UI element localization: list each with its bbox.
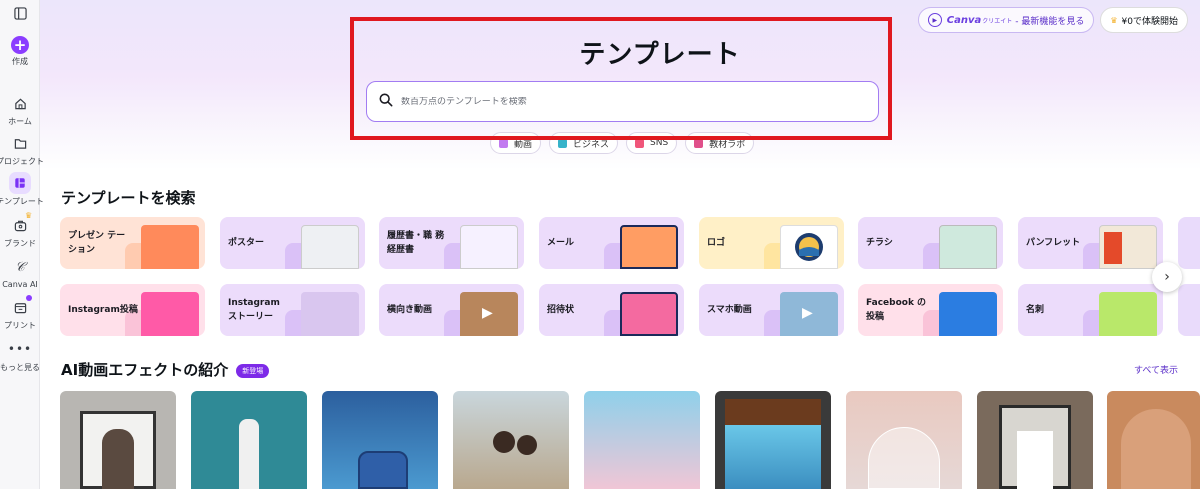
pamphlet-thumbnail bbox=[1099, 225, 1157, 269]
canva-create-button[interactable]: ▶ Canva クリエイト - 最新機能を見る bbox=[917, 7, 1095, 33]
canva-create-logo: Canva bbox=[946, 14, 982, 26]
video-thumb-9[interactable] bbox=[1107, 391, 1200, 489]
video-thumb-2[interactable] bbox=[191, 391, 307, 489]
template-card-landscape-video[interactable]: ▶ 横向き動画 bbox=[379, 284, 524, 336]
video-thumb-7[interactable] bbox=[846, 391, 962, 489]
logo-thumbnail bbox=[780, 225, 838, 269]
template-search-bar[interactable] bbox=[366, 81, 879, 122]
template-card-instagram-post[interactable]: Instagram投稿 bbox=[60, 284, 205, 336]
search-icon bbox=[379, 92, 393, 111]
business-icon bbox=[558, 138, 568, 148]
template-card-presentation[interactable]: プレゼン テーション bbox=[60, 217, 205, 269]
template-card-business-card[interactable]: 名刺 bbox=[1018, 284, 1163, 336]
play-icon: ▶ bbox=[927, 13, 942, 27]
sidebar-item-create[interactable]: + 作成 bbox=[0, 36, 40, 67]
invitation-thumbnail bbox=[620, 292, 678, 336]
free-trial-button[interactable]: ♛ ¥0で体験開始 bbox=[1100, 7, 1188, 33]
instagram-story-thumbnail bbox=[301, 292, 359, 336]
pill-business[interactable]: ビジネス bbox=[549, 132, 619, 154]
facebook-post-thumbnail bbox=[939, 292, 997, 336]
email-thumbnail bbox=[620, 225, 678, 269]
video-thumb-5[interactable] bbox=[584, 391, 700, 489]
education-icon bbox=[694, 138, 704, 148]
notification-dot bbox=[26, 295, 32, 301]
template-card-peek[interactable] bbox=[1178, 284, 1200, 336]
folder-icon bbox=[9, 132, 31, 154]
template-card-flyer[interactable]: チラシ bbox=[858, 217, 1003, 269]
home-icon bbox=[9, 92, 31, 114]
template-card-peek[interactable] bbox=[1178, 217, 1200, 269]
pill-sns[interactable]: SNS bbox=[626, 132, 678, 154]
template-card-mobile-video[interactable]: ▶ スマホ動画 bbox=[699, 284, 844, 336]
poster-thumbnail bbox=[301, 225, 359, 269]
ai-effects-section-title: AI動画エフェクトの紹介 新登場 bbox=[61, 359, 270, 380]
sidebar-item-brand[interactable]: ♛ ブランド bbox=[0, 211, 40, 249]
template-card-logo[interactable]: ロゴ bbox=[699, 217, 844, 269]
new-badge: 新登場 bbox=[236, 363, 270, 378]
template-icon bbox=[9, 172, 31, 194]
video-thumb-6[interactable] bbox=[715, 391, 831, 489]
sidebar-item-home[interactable]: ホーム bbox=[0, 92, 40, 127]
pill-video[interactable]: 動画 bbox=[490, 132, 542, 154]
crown-icon: ♛ bbox=[1110, 15, 1118, 25]
sidebar-item-canva-ai[interactable]: 𝒞 Canva AI bbox=[0, 256, 40, 290]
template-card-facebook-post[interactable]: Facebook の投稿 bbox=[858, 284, 1003, 336]
instagram-post-thumbnail bbox=[141, 292, 199, 336]
templates-section-title: テンプレートを検索 bbox=[61, 189, 196, 207]
landscape-video-thumbnail: ▶ bbox=[460, 292, 518, 336]
search-input[interactable] bbox=[401, 96, 841, 107]
business-card-thumbnail bbox=[1099, 292, 1157, 336]
video-thumb-1[interactable] bbox=[60, 391, 176, 489]
sidebar-item-more[interactable]: ••• もっと見る bbox=[0, 338, 40, 373]
sidebar-toggle[interactable] bbox=[0, 2, 40, 24]
plus-icon: + bbox=[11, 36, 29, 54]
page-title: テンプレート bbox=[579, 40, 741, 70]
see-all-link[interactable]: すべて表示 bbox=[1134, 363, 1178, 376]
canva-ai-icon: 𝒞 bbox=[15, 259, 25, 275]
template-card-instagram-story[interactable]: Instagram ストーリー bbox=[220, 284, 365, 336]
video-thumb-8[interactable] bbox=[977, 391, 1093, 489]
pill-education[interactable]: 教材ラボ bbox=[685, 132, 755, 154]
template-card-email[interactable]: メール bbox=[539, 217, 684, 269]
template-card-invitation[interactable]: 招待状 bbox=[539, 284, 684, 336]
mobile-video-thumbnail: ▶ bbox=[780, 292, 838, 336]
canva-create-logo-small: クリエイト bbox=[982, 17, 1013, 25]
sidebar-item-templates[interactable]: テンプレート bbox=[0, 172, 44, 207]
sns-icon bbox=[635, 138, 645, 148]
presentation-thumbnail bbox=[141, 225, 199, 269]
canva-create-label: - 最新機能を見る bbox=[1015, 16, 1085, 27]
category-pills: 動画 ビジネス SNS 教材ラボ bbox=[490, 132, 755, 154]
sidebar: + 作成 ホーム プロジェクト テンプレート ♛ ブランド 𝒞 Canva AI bbox=[0, 0, 44, 489]
template-card-resume[interactable]: 履歴書・職 務経歴書 bbox=[379, 217, 524, 269]
more-icon: ••• bbox=[7, 342, 33, 356]
sidebar-item-print[interactable]: プリント bbox=[0, 295, 40, 331]
carousel-next-button[interactable]: › bbox=[1152, 262, 1182, 292]
panel-toggle-icon bbox=[9, 2, 31, 24]
play-icon: ▶ bbox=[482, 305, 493, 321]
sidebar-item-projects[interactable]: プロジェクト bbox=[0, 132, 44, 167]
video-icon bbox=[499, 138, 508, 148]
resume-thumbnail bbox=[460, 225, 518, 269]
video-thumb-3[interactable] bbox=[322, 391, 438, 489]
flyer-thumbnail bbox=[939, 225, 997, 269]
template-card-poster[interactable]: ポスター bbox=[220, 217, 365, 269]
video-thumb-4[interactable] bbox=[453, 391, 569, 489]
play-icon: ▶ bbox=[802, 305, 813, 321]
crown-icon: ♛ bbox=[25, 211, 33, 220]
template-card-pamphlet[interactable]: パンフレット bbox=[1018, 217, 1163, 269]
chevron-right-icon: › bbox=[1164, 269, 1170, 285]
